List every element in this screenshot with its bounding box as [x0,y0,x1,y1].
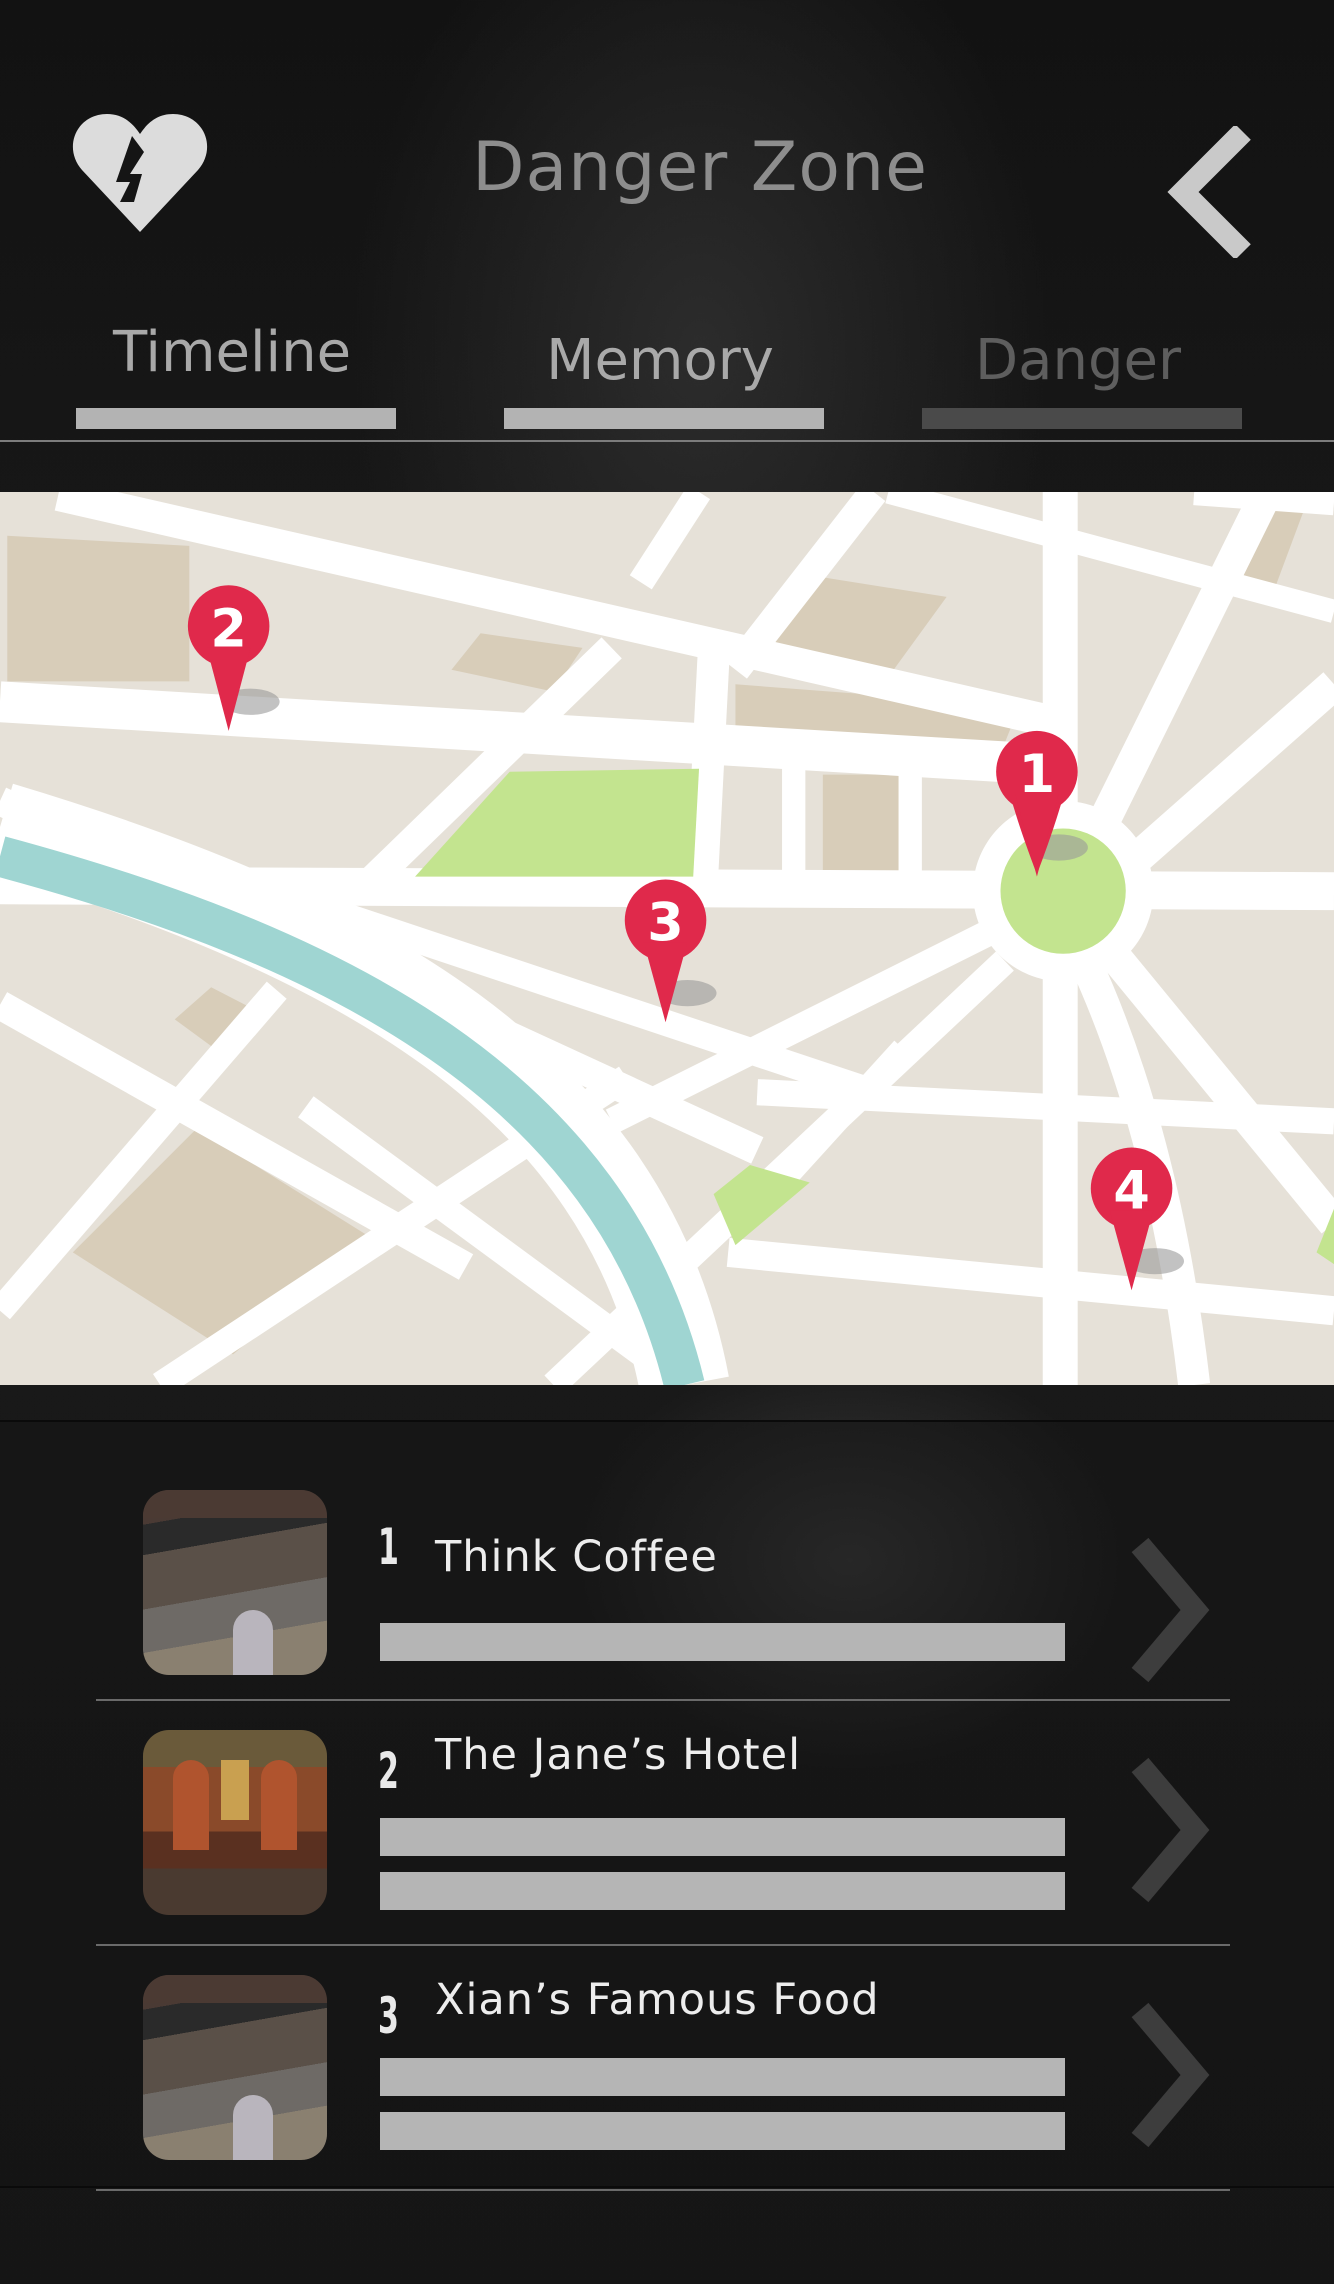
place-number: 2 [378,1742,399,1800]
svg-text:2: 2 [210,598,246,659]
chevron-right-icon[interactable] [1120,1535,1210,1685]
map[interactable]: 1 2 3 4 [0,492,1334,1385]
place-detail-placeholder [380,2112,1065,2150]
tab-danger[interactable]: Danger [918,328,1238,393]
place-name: The Jane’s Hotel [435,1730,802,1780]
list-divider [96,1944,1230,1946]
place-thumbnail [143,1490,327,1675]
list-divider [96,2189,1230,2191]
svg-text:3: 3 [647,893,683,954]
svg-text:4: 4 [1113,1161,1149,1222]
place-detail-placeholder [380,1872,1065,1910]
svg-text:1: 1 [1019,744,1055,805]
tab-timeline[interactable]: Timeline [72,320,392,385]
place-detail-placeholder [380,1818,1065,1856]
header-divider [0,440,1334,442]
list-item[interactable]: 2 The Jane’s Hotel [0,1730,1334,1975]
tab-danger-indicator [922,408,1242,429]
chevron-right-icon[interactable] [1120,2000,1210,2150]
place-number: 3 [378,1987,399,2045]
place-name: Xian’s Famous Food [435,1975,880,2025]
place-thumbnail [143,1730,327,1915]
list-item[interactable]: 3 Xian’s Famous Food [0,1975,1334,2220]
tab-memory-indicator [504,408,824,429]
tab-memory[interactable]: Memory [500,328,820,393]
place-detail-placeholder [380,1623,1065,1661]
tab-timeline-indicator [76,408,396,429]
place-thumbnail [143,1975,327,2160]
list-divider [96,1699,1230,1701]
place-name: Think Coffee [435,1532,718,1582]
chevron-right-icon[interactable] [1120,1755,1210,1905]
page-title: Danger Zone [472,128,928,207]
place-detail-placeholder [380,2058,1065,2096]
back-button[interactable] [1165,124,1255,260]
place-number: 1 [378,1518,399,1576]
